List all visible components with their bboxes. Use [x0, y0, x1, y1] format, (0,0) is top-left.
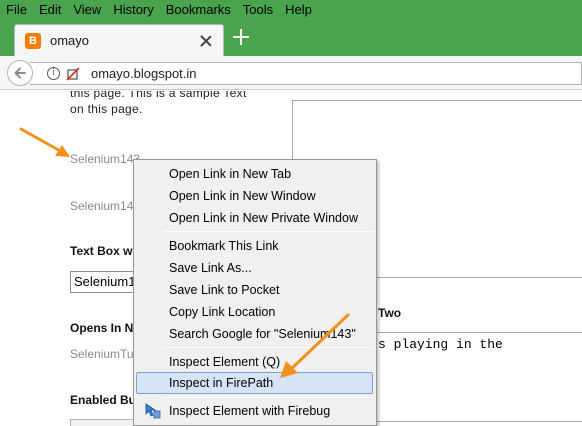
close-tab-icon[interactable] — [199, 34, 213, 48]
tab-title: omayo — [50, 33, 90, 48]
menu-help[interactable]: Help — [279, 0, 318, 20]
ctx-open-new-tab[interactable]: Open Link in New Tab — [136, 163, 374, 185]
paragraph-line-2: on this page. — [70, 102, 143, 116]
textbox-label: Text Box wi — [70, 244, 136, 258]
ctx-open-new-window[interactable]: Open Link in New Window — [136, 185, 374, 207]
context-menu: Open Link in New Tab Open Link in New Wi… — [133, 159, 377, 426]
selenium143-link-2[interactable]: Selenium143 — [70, 199, 140, 213]
blogger-favicon-icon: B — [25, 32, 41, 49]
menu-tools[interactable]: Tools — [237, 0, 279, 20]
mixed-content-shield-icon[interactable] — [66, 66, 80, 81]
ctx-open-private-window[interactable]: Open Link in New Private Window — [136, 207, 374, 229]
text-area-content: s playing in the — [378, 337, 503, 352]
tab-omayo[interactable]: B omayo — [14, 24, 224, 56]
ctx-inspect-firebug-label: Inspect Element with Firebug — [169, 404, 331, 418]
opens-new-label: Opens In Ne — [70, 321, 141, 335]
paragraph-line-1: this page. This is a sample Text — [70, 91, 247, 100]
enabled-button-label: Enabled But — [70, 393, 141, 407]
ctx-separator — [164, 231, 373, 232]
menu-edit[interactable]: Edit — [33, 0, 67, 20]
selenium143-link[interactable]: Selenium143 — [70, 152, 140, 166]
ctx-bookmark-link[interactable]: Bookmark This Link — [136, 235, 374, 257]
ctx-separator — [164, 347, 373, 348]
button-edge[interactable] — [70, 419, 140, 426]
ctx-separator — [164, 397, 373, 398]
section-two-heading: Two — [378, 306, 402, 320]
ctx-save-link-as[interactable]: Save Link As... — [136, 257, 374, 279]
info-icon[interactable]: i — [47, 67, 60, 80]
ctx-search-google[interactable]: Search Google for "Selenium143" — [136, 323, 374, 345]
nav-bar: i omayo.blogspot.in — [0, 56, 582, 90]
firebug-icon — [145, 403, 161, 419]
back-button[interactable] — [7, 60, 33, 86]
url-bar[interactable]: i omayo.blogspot.in — [30, 62, 582, 85]
menu-view[interactable]: View — [67, 0, 107, 20]
menu-file[interactable]: File — [0, 0, 33, 20]
ctx-inspect-firepath[interactable]: Inspect in FirePath — [136, 372, 373, 394]
tab-strip: B omayo — [0, 20, 582, 56]
new-tab-plus-icon[interactable] — [232, 28, 250, 46]
ctx-inspect-firebug[interactable]: Inspect Element with Firebug — [136, 400, 374, 422]
text-area[interactable]: s playing in the — [345, 332, 582, 422]
selenium-tutorial-link[interactable]: SeleniumTut — [70, 347, 137, 361]
menu-history[interactable]: History — [107, 0, 159, 20]
sample-paragraph: this page. This is a sample Text on this… — [70, 91, 250, 123]
menu-bar: File Edit View History Bookmarks Tools H… — [0, 0, 582, 20]
ctx-save-to-pocket[interactable]: Save Link to Pocket — [136, 279, 374, 301]
ctx-copy-link-location[interactable]: Copy Link Location — [136, 301, 374, 323]
back-arrow-icon — [14, 67, 26, 79]
url-text: omayo.blogspot.in — [91, 66, 197, 81]
ctx-inspect-element[interactable]: Inspect Element (Q) — [136, 351, 374, 373]
menu-bookmarks[interactable]: Bookmarks — [160, 0, 237, 20]
